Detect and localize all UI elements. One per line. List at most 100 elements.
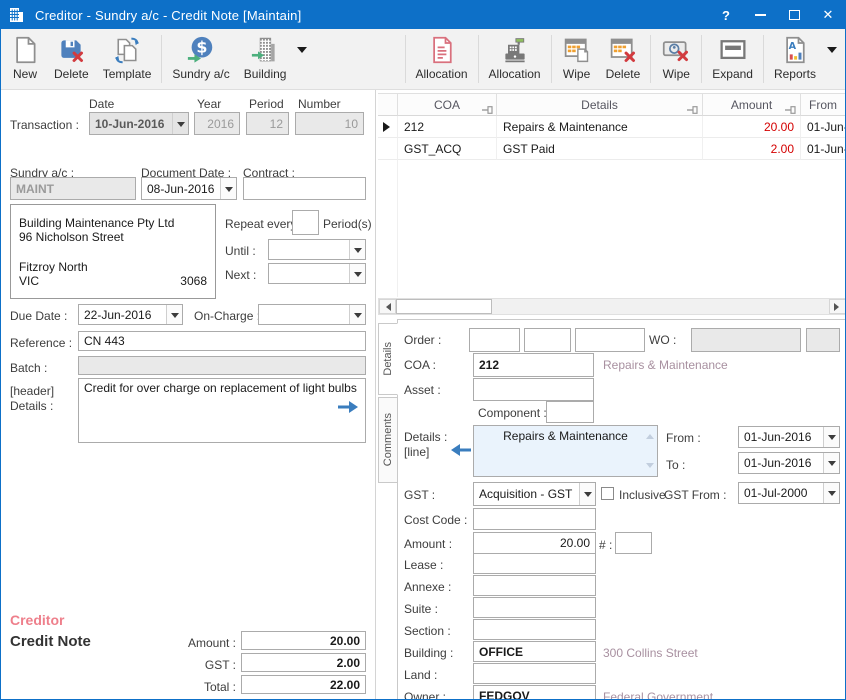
maximize-button[interactable] — [777, 1, 811, 29]
dropdown-button[interactable] — [579, 483, 595, 505]
annexe-field[interactable] — [473, 575, 596, 596]
to-date-combo[interactable]: 01-Jun-2016 — [738, 452, 840, 474]
summary-gst-field[interactable] — [241, 653, 366, 672]
grid-cell-coa[interactable]: 212 — [398, 116, 497, 138]
grid-header-amount[interactable]: Amount — [703, 93, 801, 116]
wo-small-field[interactable] — [806, 328, 840, 352]
order-field-2[interactable] — [524, 328, 571, 352]
grid-header-from[interactable]: From — [801, 93, 846, 116]
cost-code-field[interactable] — [473, 508, 596, 530]
order-field-1[interactable] — [469, 328, 520, 352]
tab-comments[interactable]: Comments — [378, 397, 398, 483]
reports-dropdown-arrow[interactable] — [827, 47, 837, 58]
dropdown-button[interactable] — [172, 113, 188, 134]
template-button[interactable]: Template — [96, 31, 159, 87]
batch-field[interactable] — [78, 356, 366, 375]
allocation-register-button[interactable]: Allocation — [482, 31, 548, 87]
period-field[interactable] — [246, 112, 289, 135]
owner-field[interactable] — [473, 685, 596, 700]
delete-line-button[interactable]: Delete — [599, 31, 648, 87]
until-combo[interactable] — [268, 239, 366, 260]
grid-horizontal-scrollbar[interactable] — [378, 298, 846, 315]
pin-icon[interactable] — [785, 103, 796, 117]
dropdown-button[interactable] — [823, 427, 839, 447]
copy-details-arrow-icon[interactable] — [451, 443, 471, 461]
pin-icon[interactable] — [687, 103, 698, 117]
reference-field[interactable] — [78, 331, 366, 351]
header-details-field[interactable]: Credit for over charge on replacement of… — [78, 378, 366, 443]
order-field-3[interactable] — [575, 328, 645, 352]
wo-field[interactable] — [691, 328, 801, 352]
grid-cell-amount[interactable]: 20.00 — [703, 116, 801, 138]
scroll-up-icon[interactable] — [646, 430, 654, 439]
row-selector[interactable] — [378, 116, 398, 138]
contract-field[interactable] — [243, 177, 366, 200]
row-selector[interactable] — [378, 138, 398, 160]
expand-details-arrow-icon[interactable] — [338, 400, 358, 418]
dropdown-button[interactable] — [166, 305, 182, 324]
component-field[interactable] — [546, 401, 594, 423]
wipe-allocation-button[interactable]: Wipe — [654, 31, 698, 87]
asset-field[interactable] — [473, 378, 594, 401]
section-field[interactable] — [473, 619, 596, 640]
next-combo[interactable] — [268, 263, 366, 284]
inclusive-checkbox[interactable] — [601, 487, 614, 500]
dropdown-button[interactable] — [349, 240, 365, 259]
summary-amount-field[interactable] — [241, 631, 366, 650]
year-field[interactable] — [194, 112, 240, 135]
scroll-down-icon[interactable] — [646, 463, 654, 472]
building-dropdown-arrow[interactable] — [297, 47, 307, 58]
scrollbar-thumb[interactable] — [396, 299, 492, 314]
dropdown-button[interactable] — [349, 305, 365, 324]
current-row-icon — [383, 122, 395, 132]
repeat-every-field[interactable] — [292, 210, 319, 235]
from-date-combo[interactable]: 01-Jun-2016 — [738, 426, 840, 448]
summary-total-field[interactable] — [241, 675, 366, 694]
grid-header-coa[interactable]: COA — [398, 93, 497, 116]
grid-cell-from[interactable]: 01-Jun-2016 — [801, 116, 846, 138]
on-charge-combo[interactable] — [258, 304, 366, 325]
building-button[interactable]: Building — [237, 31, 294, 87]
grid-cell-details[interactable]: Repairs & Maintenance — [497, 116, 703, 138]
transaction-date-combo[interactable]: 10-Jun-2016 — [89, 112, 189, 135]
scroll-left-button[interactable] — [379, 299, 396, 314]
grid-header-details[interactable]: Details — [497, 93, 703, 116]
grid-cell-coa[interactable]: GST_ACQ — [398, 138, 497, 160]
number-field[interactable] — [295, 112, 364, 135]
gst-type-combo[interactable]: Acquisition - GST — [473, 482, 596, 506]
sundry-ac-button[interactable]: $ Sundry a/c — [165, 31, 236, 87]
line-amount-label: Amount : — [404, 537, 452, 551]
lease-field[interactable] — [473, 553, 596, 574]
dropdown-button[interactable] — [220, 178, 236, 199]
gst-from-combo[interactable]: 01-Jul-2000 — [738, 482, 840, 504]
wipe-button[interactable]: Wipe — [555, 31, 599, 87]
expand-button[interactable]: Expand — [705, 31, 760, 87]
close-button[interactable]: ✕ — [811, 1, 845, 29]
tab-details[interactable]: Details — [378, 323, 398, 395]
dropdown-button[interactable] — [823, 483, 839, 503]
reports-button[interactable]: A Reports — [767, 31, 823, 87]
line-coa-field[interactable] — [473, 353, 594, 377]
grid-cell-from[interactable]: 01-Jun-2016 — [801, 138, 846, 160]
building-field[interactable] — [473, 641, 596, 662]
grid-cell-details[interactable]: GST Paid — [497, 138, 703, 160]
hash-field[interactable] — [615, 532, 652, 554]
document-date-combo[interactable]: 08-Jun-2016 — [141, 177, 237, 200]
line-amount-field[interactable] — [473, 532, 596, 554]
new-button[interactable]: New — [3, 31, 47, 87]
scroll-right-button[interactable] — [829, 299, 846, 314]
line-details-field[interactable]: Repairs & Maintenance — [473, 425, 658, 477]
year-column-label: Year — [197, 97, 221, 111]
help-button[interactable]: ? — [709, 1, 743, 29]
minimize-button[interactable] — [743, 1, 777, 29]
dropdown-button[interactable] — [349, 264, 365, 283]
suite-field[interactable] — [473, 597, 596, 618]
land-field[interactable] — [473, 663, 596, 684]
sundry-account-field[interactable] — [10, 177, 136, 200]
due-date-combo[interactable]: 22-Jun-2016 — [78, 304, 183, 325]
delete-button[interactable]: Delete — [47, 31, 96, 87]
pin-icon[interactable] — [482, 103, 493, 117]
allocation-button[interactable]: Allocation — [409, 31, 475, 87]
dropdown-button[interactable] — [823, 453, 839, 473]
grid-cell-amount[interactable]: 2.00 — [703, 138, 801, 160]
